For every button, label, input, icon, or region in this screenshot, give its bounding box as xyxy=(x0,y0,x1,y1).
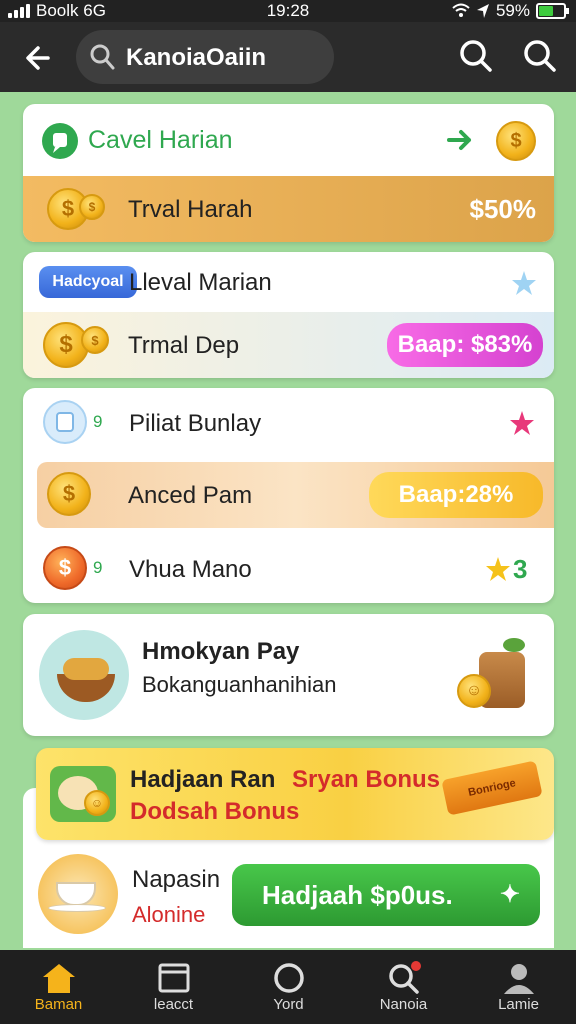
star-icon xyxy=(512,271,536,295)
level-badge: Hadcyoal xyxy=(39,266,137,298)
claim-bonus-button[interactable]: Hadjaah $p0us. ✦ xyxy=(232,864,540,926)
coin-icon: $ xyxy=(47,472,91,516)
search-icon xyxy=(90,44,115,70)
profile-icon xyxy=(504,964,534,994)
card-title: Hmokyan Pay xyxy=(142,638,300,665)
window-icon xyxy=(158,963,190,993)
search-bar[interactable]: KanoiaOaiin xyxy=(76,30,334,84)
coin-icon: $ xyxy=(496,121,536,161)
item-title: Napasin xyxy=(132,866,221,893)
circle-icon xyxy=(274,963,304,993)
coin-icon: $ xyxy=(81,326,109,354)
sparkle-icon: ✦ xyxy=(499,881,520,908)
gift-icon: ☺ xyxy=(50,766,116,822)
nav-tab-profile[interactable]: Lamie xyxy=(461,950,576,1024)
banner-title-highlight: Sryan Bonus xyxy=(292,766,441,793)
row-label: Trval Harah xyxy=(128,196,253,223)
nav-label: Baman xyxy=(34,996,83,1013)
bottom-nav: Baman leacct Yord Nanoia Lamie xyxy=(0,950,576,1024)
shield-icon xyxy=(43,400,87,444)
bonus-pill[interactable]: Baap:28% xyxy=(369,472,543,518)
item-subtitle: Alonine xyxy=(132,902,206,927)
home-icon xyxy=(43,964,75,993)
nav-tab-window[interactable]: leacct xyxy=(116,950,231,1024)
tea-cup-icon xyxy=(38,854,118,934)
app-bar: KanoiaOaiin xyxy=(0,22,576,92)
reward-row[interactable]: $ Anced Pam Baap:28% xyxy=(37,462,554,528)
nav-label: Yord xyxy=(273,996,304,1013)
wifi-icon xyxy=(452,3,470,17)
nav-tab-circle[interactable]: Yord xyxy=(231,950,346,1024)
nav-label: Nanoia xyxy=(379,996,428,1013)
search-icon[interactable] xyxy=(520,36,560,76)
card-title: Lleval Marian xyxy=(129,269,272,296)
card-title: Cavel Harian xyxy=(88,126,233,154)
row1-label: Piliat Bunlay xyxy=(129,410,262,437)
star-count: 3 xyxy=(513,554,528,584)
coin-icon: $ xyxy=(79,194,105,220)
battery-fill xyxy=(539,6,554,16)
bonus-pill[interactable]: Baap: $83% xyxy=(387,323,543,367)
banner-subtitle: Dodsah Bonus xyxy=(130,798,300,825)
star-icon xyxy=(510,411,534,435)
row-label: Trmal Dep xyxy=(128,332,240,359)
payment-card[interactable]: Hmokyan Pay Bokanguanhanihian ☺ xyxy=(23,614,554,736)
battery-icon xyxy=(536,3,569,19)
back-arrow-icon[interactable] xyxy=(18,36,62,80)
location-icon xyxy=(476,4,489,18)
coin-icon: $ xyxy=(43,546,87,590)
step-marker: 9 xyxy=(93,412,103,431)
reward-row[interactable]: $ $ Trmal Dep Baap: $83% xyxy=(23,312,554,378)
chat-icon xyxy=(42,123,78,159)
coin-icon: ☺ xyxy=(457,674,491,708)
nav-tab-home[interactable]: Baman xyxy=(1,950,116,1024)
star-icon xyxy=(486,557,510,581)
reward-list-card[interactable]: 9 Piliat Bunlay $ Anced Pam Baap:28% $ 9… xyxy=(23,388,554,603)
arrow-right-icon[interactable] xyxy=(447,128,473,152)
search-icon[interactable] xyxy=(456,36,496,76)
search-input[interactable]: KanoiaOaiin xyxy=(126,44,266,72)
status-bar: Boolk 6G 19:28 59% xyxy=(0,0,576,22)
nav-tab-search[interactable]: Nanoia xyxy=(346,950,461,1024)
reward-row[interactable]: $ $ Trval Harah $50% xyxy=(23,176,554,242)
row-value: $50% xyxy=(469,194,537,224)
battery-percent: 59% xyxy=(495,1,530,20)
bonus-banner[interactable]: ☺ Hadjaan Ran Sryan Bonus Dodsah Bonus B… xyxy=(36,748,554,840)
claim-bonus-label: Hadjaah $p0us. xyxy=(262,879,453,910)
card-subtitle: Bokanguanhanihian xyxy=(142,672,337,697)
search-icon xyxy=(389,961,421,994)
nav-label: leacct xyxy=(153,996,194,1013)
row2-label: Anced Pam xyxy=(128,482,253,509)
banner-title: Hadjaan Ran xyxy=(130,766,276,793)
food-bowl-icon xyxy=(39,630,129,720)
row3-label: Vhua Mano xyxy=(129,556,252,583)
bonus-ribbon: Bonrioge xyxy=(441,760,543,816)
step-marker: 9 xyxy=(93,558,103,577)
nav-label: Lamie xyxy=(498,996,539,1013)
daily-reward-card[interactable]: Cavel Harian $ $ $ Trval Harah $50% xyxy=(23,104,554,242)
status-right: 59% xyxy=(452,1,569,21)
level-card[interactable]: Hadcyoal Lleval Marian $ $ Trmal Dep Baa… xyxy=(23,252,554,378)
